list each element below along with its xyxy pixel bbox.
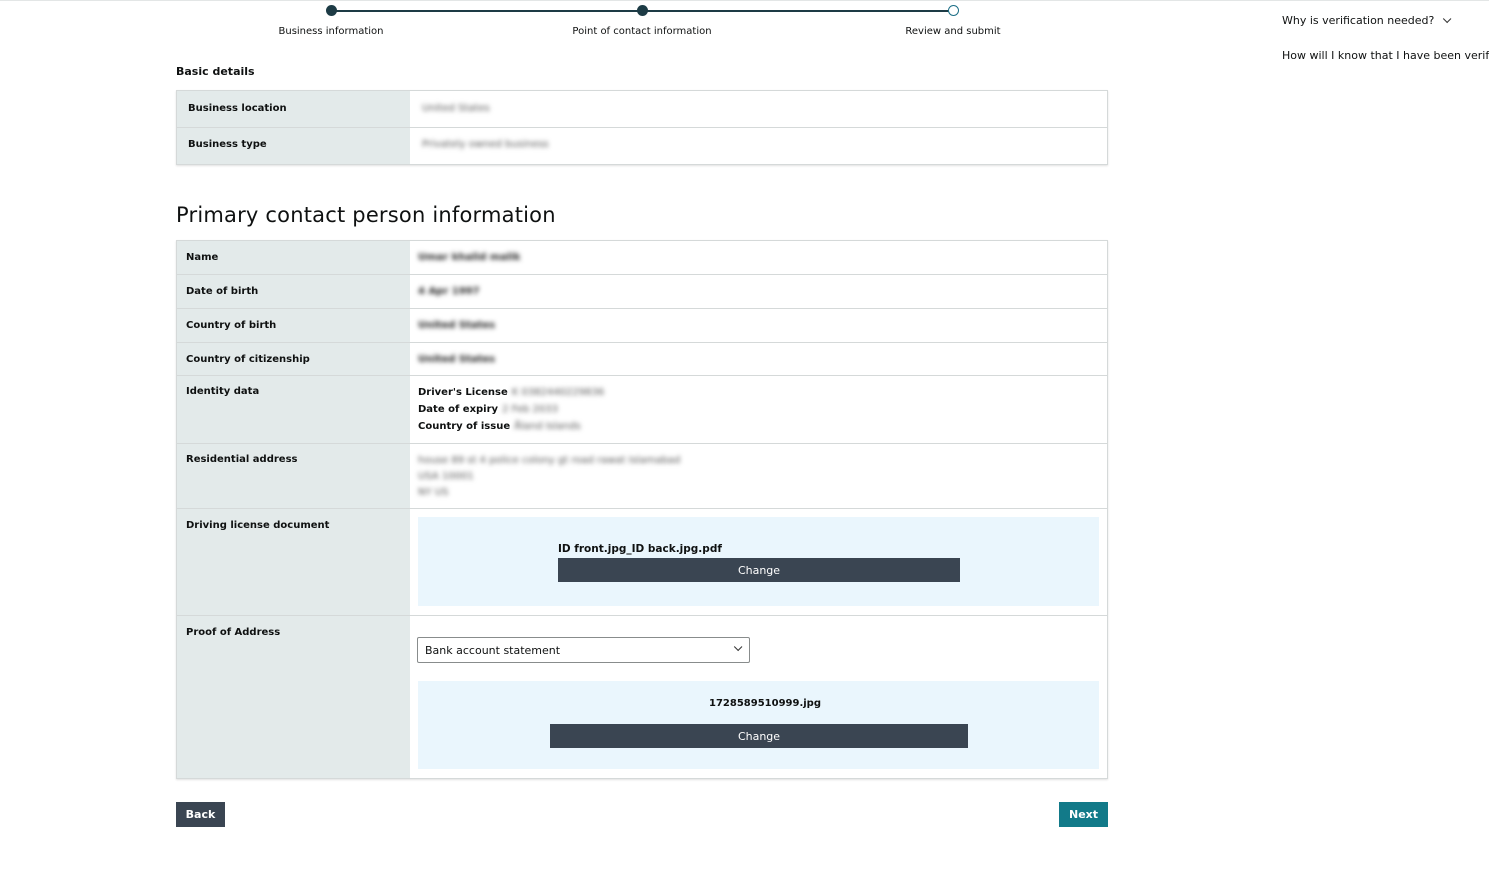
- table-row: Country of citizenship United States: [177, 343, 1107, 376]
- name-label: Name: [177, 241, 410, 274]
- identity-data-value: Driver's License K 0382440229836 Date of …: [410, 376, 1107, 443]
- chevron-down-icon: [1443, 14, 1452, 24]
- table-row: Identity data Driver's License K 03824402…: [177, 376, 1107, 444]
- proof-of-address-label: Proof of Address: [177, 616, 410, 778]
- business-type-label: Business type: [177, 128, 410, 164]
- primary-contact-heading: Primary contact person information: [176, 203, 556, 227]
- dob-label: Date of birth: [177, 275, 410, 308]
- step-dot-business-information: [326, 5, 337, 16]
- step-dot-point-of-contact: [637, 5, 648, 16]
- name-value: Umar khalid malik: [418, 252, 521, 263]
- proof-of-address-upload-area: 1728589510999.jpg Change: [418, 681, 1099, 769]
- issue-value: Åland Islands: [514, 421, 581, 432]
- table-row: Country of birth United States: [177, 309, 1107, 343]
- step-line-complete: [331, 10, 642, 12]
- proof-of-address-filename: 1728589510999.jpg: [709, 698, 821, 709]
- help-how-verified[interactable]: How will I know that I have been verifie…: [1282, 49, 1489, 62]
- driving-license-doc-value: ID front.jpg_ID back.jpg.pdf Change: [410, 509, 1107, 615]
- table-row: Date of birth 4 Apr 1997: [177, 275, 1107, 309]
- step-line-current: [642, 10, 953, 12]
- table-row: Business location United States: [177, 91, 1107, 128]
- address-line-1: house 89 st 4 police colony gt road rawa…: [418, 455, 681, 466]
- next-button[interactable]: Next: [1059, 802, 1108, 827]
- help-why-verification[interactable]: Why is verification needed?: [1282, 14, 1452, 27]
- country-of-birth-value: United States: [418, 320, 496, 331]
- table-row: Name Umar khalid malik: [177, 241, 1107, 275]
- back-button[interactable]: Back: [176, 802, 225, 827]
- driving-license-upload-area: ID front.jpg_ID back.jpg.pdf Change: [418, 517, 1099, 606]
- identity-expiry-line: Date of expiry 2 Feb 2033: [418, 401, 1107, 418]
- license-value: K 0382440229836: [511, 387, 605, 398]
- business-location-label: Business location: [177, 91, 410, 127]
- driving-license-filename: ID front.jpg_ID back.jpg.pdf: [558, 543, 722, 555]
- issue-label: Country of issue: [418, 421, 511, 432]
- step-label-review-submit[interactable]: Review and submit: [905, 26, 1000, 37]
- primary-contact-table: Name Umar khalid malik Date of birth 4 A…: [176, 240, 1108, 779]
- driving-license-doc-label: Driving license document: [177, 509, 410, 615]
- proof-of-address-type-select[interactable]: Bank account statement: [417, 637, 750, 663]
- table-row: Driving license document ID front.jpg_ID…: [177, 509, 1107, 616]
- basic-details-heading: Basic details: [176, 65, 255, 78]
- business-location-value: United States: [422, 103, 490, 114]
- address-line-2: USA 10001: [418, 471, 474, 482]
- chevron-down-icon: [733, 642, 743, 652]
- license-label: Driver's License: [418, 387, 508, 398]
- citizenship-value: United States: [418, 354, 496, 365]
- country-of-birth-label: Country of birth: [177, 309, 410, 342]
- help-why-verification-label: Why is verification needed?: [1282, 14, 1435, 27]
- proof-of-address-type-selected: Bank account statement: [425, 643, 561, 657]
- business-type-value: Privately owned business: [422, 139, 549, 150]
- citizenship-label: Country of citizenship: [177, 343, 410, 375]
- identity-license-line: Driver's License K 0382440229836: [418, 384, 1107, 401]
- table-row: Residential address house 89 st 4 police…: [177, 444, 1107, 509]
- dob-value: 4 Apr 1997: [418, 286, 480, 297]
- step-label-point-of-contact[interactable]: Point of contact information: [572, 26, 711, 37]
- residential-address-label: Residential address: [177, 444, 410, 508]
- residential-address-value: house 89 st 4 police colony gt road rawa…: [410, 444, 1107, 508]
- identity-issue-line: Country of issue Åland Islands: [418, 418, 1107, 435]
- progress-stepper: Business information Point of contact in…: [176, 0, 1108, 50]
- step-label-business-information[interactable]: Business information: [279, 26, 384, 37]
- expiry-label: Date of expiry: [418, 404, 499, 415]
- identity-data-label: Identity data: [177, 376, 410, 443]
- change-proof-of-address-button[interactable]: Change: [550, 724, 968, 748]
- step-dot-review-submit: [948, 5, 959, 16]
- table-row: Business type Privately owned business: [177, 128, 1107, 164]
- basic-details-table: Business location United States Business…: [176, 90, 1108, 165]
- address-line-3: NY US: [418, 487, 449, 498]
- expiry-value: 2 Feb 2033: [502, 404, 558, 415]
- change-driving-license-button[interactable]: Change: [558, 558, 960, 582]
